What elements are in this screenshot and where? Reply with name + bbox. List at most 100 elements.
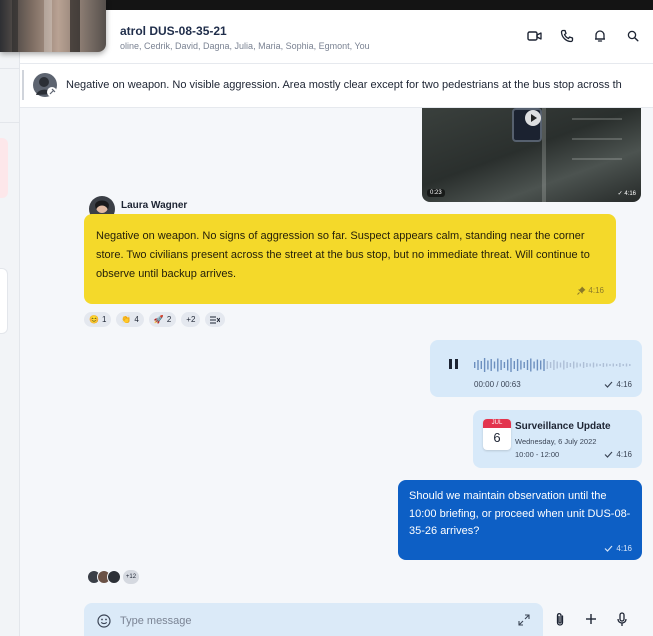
search-icon[interactable] bbox=[625, 28, 641, 44]
phone-icon[interactable] bbox=[559, 28, 575, 44]
conversation-list-pane bbox=[0, 10, 20, 636]
message-meta: 4:16 bbox=[577, 286, 604, 295]
waveform-bar bbox=[592, 362, 595, 368]
waveform-bar bbox=[540, 360, 542, 370]
waveform-bar bbox=[625, 363, 628, 367]
waveform-bar bbox=[582, 362, 585, 368]
reaction-chip[interactable]: 🚀 2 bbox=[148, 312, 177, 327]
pinned-message-text: Negative on weapon. No visible aggressio… bbox=[66, 79, 622, 91]
waveform-bar bbox=[493, 361, 496, 369]
check-icon bbox=[604, 451, 613, 458]
check-icon bbox=[604, 545, 613, 552]
video-frame-detail bbox=[572, 138, 622, 140]
video-preview-thumbnail[interactable] bbox=[0, 0, 106, 52]
message-time: 4:16 bbox=[616, 380, 632, 389]
reaction-bar: 😊 1 👏 4 🚀 2 +2 bbox=[84, 312, 226, 327]
reaction-more-chip[interactable]: +2 bbox=[181, 312, 201, 327]
waveform-bar bbox=[549, 362, 552, 368]
waveform-bar bbox=[612, 363, 614, 367]
conversation-item[interactable] bbox=[0, 268, 8, 334]
video-duration: 0:23 bbox=[427, 189, 445, 197]
event-message[interactable]: JUL 6 Surveillance Update Wednesday, 6 J… bbox=[473, 410, 642, 468]
divider bbox=[0, 68, 20, 69]
waveform-bar bbox=[497, 358, 499, 372]
pause-icon[interactable] bbox=[448, 358, 459, 370]
waveform-bar bbox=[609, 364, 611, 366]
waveform[interactable] bbox=[474, 357, 634, 373]
list-icon bbox=[210, 316, 221, 323]
pinned-message-bar[interactable]: Negative on weapon. No visible aggressio… bbox=[20, 64, 653, 108]
waveform-bar bbox=[520, 360, 522, 370]
reaction-list-button[interactable] bbox=[205, 312, 226, 327]
video-frame-detail bbox=[572, 118, 622, 120]
waveform-bar bbox=[536, 359, 539, 371]
waveform-bar bbox=[477, 360, 479, 370]
video-call-icon[interactable] bbox=[526, 28, 542, 44]
pinned-accent bbox=[22, 70, 24, 100]
waveform-bar bbox=[500, 360, 502, 370]
thumbnail-detail bbox=[44, 0, 52, 52]
pin-icon bbox=[577, 286, 586, 295]
waveform-bar bbox=[615, 364, 618, 366]
avatar bbox=[107, 570, 121, 584]
divider bbox=[0, 122, 20, 123]
microphone-icon[interactable] bbox=[614, 611, 630, 627]
read-receipts[interactable]: +12 bbox=[87, 570, 139, 584]
waveform-bar bbox=[507, 359, 509, 371]
attachment-icon[interactable] bbox=[552, 611, 568, 627]
message-meta: 4:16 bbox=[604, 450, 632, 459]
waveform-bar bbox=[602, 363, 605, 367]
read-receipts-more: +12 bbox=[123, 570, 139, 584]
waveform-bar bbox=[556, 361, 558, 369]
message-time: 4:16 bbox=[588, 286, 604, 295]
waveform-bar bbox=[526, 360, 529, 370]
header-actions bbox=[526, 28, 641, 44]
waveform-bar bbox=[606, 363, 608, 367]
reaction-chip[interactable]: 😊 1 bbox=[84, 312, 112, 327]
emoji-icon[interactable] bbox=[97, 614, 111, 628]
waveform-bar bbox=[589, 363, 591, 367]
calendar-month: JUL bbox=[483, 419, 511, 428]
message-composer bbox=[84, 603, 543, 636]
outgoing-message[interactable]: Should we maintain observation until the… bbox=[398, 480, 642, 560]
waveform-bar bbox=[513, 361, 515, 369]
message-text: Should we maintain observation until the… bbox=[409, 490, 631, 537]
waveform-bar bbox=[530, 358, 532, 372]
calendar-day: 6 bbox=[493, 430, 501, 445]
message-time: 4:16 bbox=[616, 544, 632, 553]
message-time: 4:16 bbox=[616, 450, 632, 459]
waveform-bar bbox=[553, 360, 555, 370]
play-icon[interactable] bbox=[525, 110, 541, 126]
event-title: Surveillance Update bbox=[515, 421, 611, 432]
message-input[interactable] bbox=[120, 612, 500, 630]
waveform-bar bbox=[483, 358, 486, 372]
waveform-bar bbox=[576, 362, 578, 368]
sender-name[interactable]: Laura Wagner bbox=[121, 200, 187, 211]
waveform-bar bbox=[559, 362, 562, 368]
highlighted-message[interactable]: Negative on weapon. No signs of aggressi… bbox=[84, 214, 616, 304]
waveform-bar bbox=[487, 360, 489, 370]
check-icon bbox=[604, 381, 613, 388]
reaction-chip[interactable]: 👏 4 bbox=[116, 312, 144, 327]
expand-icon[interactable] bbox=[518, 614, 530, 626]
calendar-icon: JUL 6 bbox=[483, 419, 511, 450]
chat-title[interactable]: atrol DUS-08-35-21 bbox=[120, 24, 227, 38]
video-message[interactable]: 0:23 ✓ 4:16 bbox=[422, 108, 641, 202]
conversation-item-unread[interactable] bbox=[0, 138, 8, 198]
waveform-bar bbox=[599, 364, 601, 366]
thumbnail-detail bbox=[12, 0, 18, 52]
event-time-range: 10:00 - 12:00 bbox=[515, 450, 560, 459]
voice-message[interactable]: 00:00 / 00:63 4:16 bbox=[430, 340, 642, 397]
add-icon[interactable] bbox=[583, 611, 599, 627]
bell-icon[interactable] bbox=[592, 28, 608, 44]
waveform-bar bbox=[546, 361, 548, 369]
waveform-bar bbox=[510, 358, 512, 372]
chat-members: oline, Cedrik, David, Dagna, Julia, Mari… bbox=[120, 41, 370, 51]
avatar bbox=[32, 72, 58, 98]
voice-progress: 00:00 / 00:63 bbox=[474, 380, 521, 389]
waveform-bar bbox=[503, 362, 506, 368]
waveform-bar bbox=[490, 359, 492, 371]
waveform-bar bbox=[516, 359, 519, 371]
chat-header: atrol DUS-08-35-21 oline, Cedrik, David,… bbox=[20, 10, 653, 64]
message-list: 0:23 ✓ 4:16 Laura Wagner Negative on wea… bbox=[20, 108, 653, 588]
